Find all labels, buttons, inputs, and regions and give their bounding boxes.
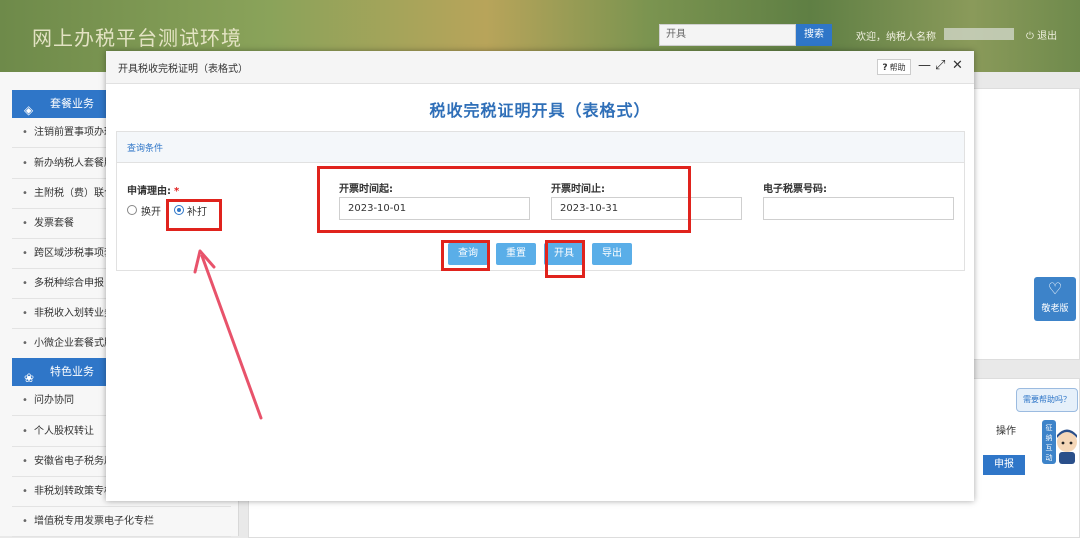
annotation-arrow	[193, 249, 263, 420]
